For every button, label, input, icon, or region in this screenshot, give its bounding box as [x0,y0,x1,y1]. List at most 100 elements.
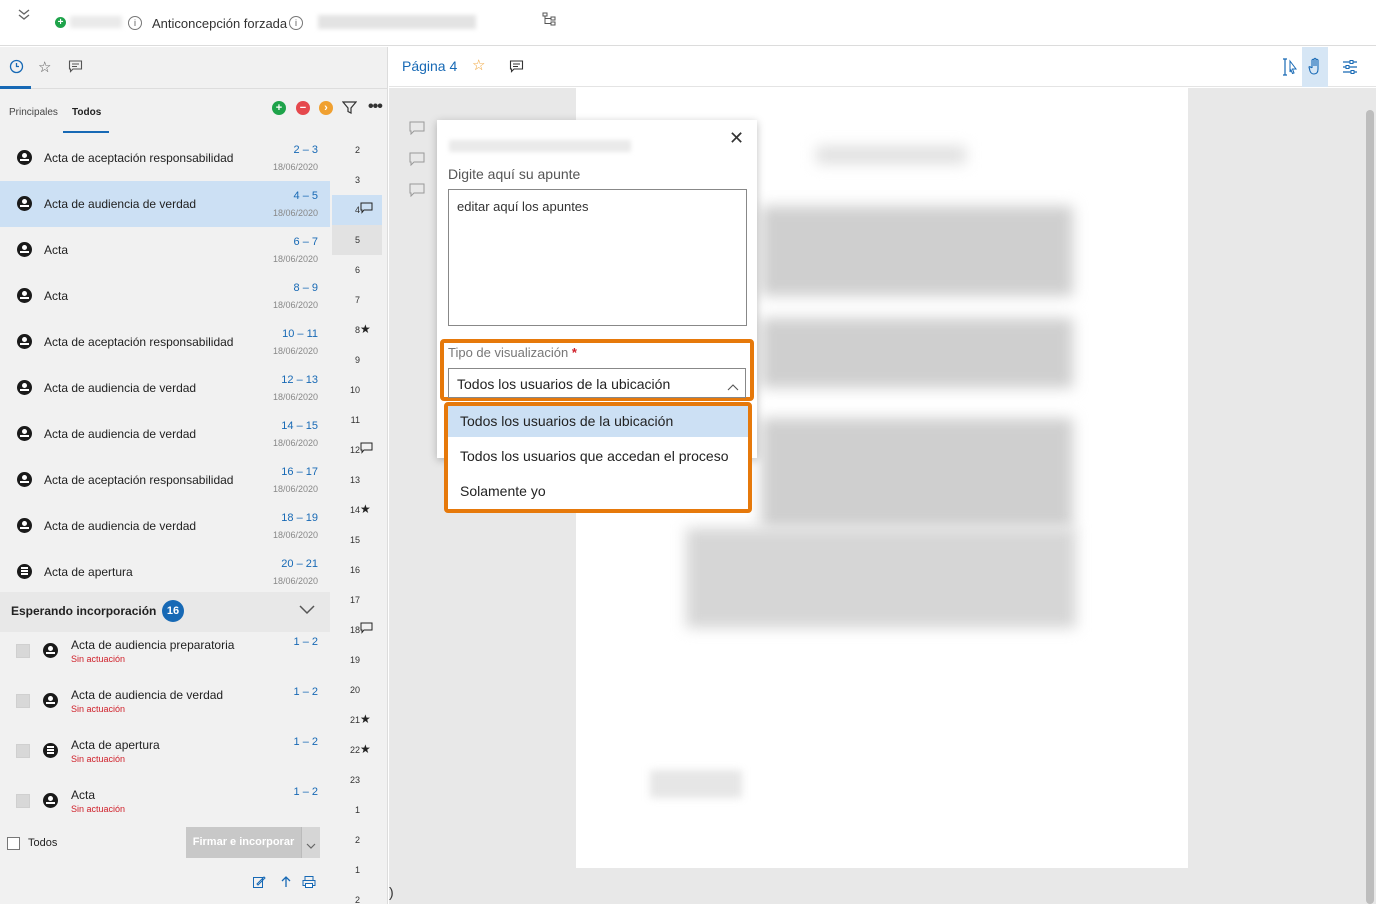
upload-icon[interactable] [279,875,293,892]
item-checkbox[interactable] [16,794,30,808]
hand-pan-icon[interactable] [1302,47,1328,87]
add-circle-icon[interactable]: + [272,101,286,115]
page-thumb-cell[interactable]: 2 [332,135,382,165]
page-thumb-cell[interactable]: 19 [332,645,382,675]
sign-options-chevron-icon[interactable] [301,827,320,858]
item-checkbox[interactable] [16,744,30,758]
add-note-icon[interactable] [509,59,524,79]
remove-circle-icon[interactable]: − [296,101,310,115]
page-thumb-cell[interactable]: 23 [332,765,382,795]
edit-icon[interactable] [252,875,266,892]
page-thumb-cell[interactable]: 15 [332,525,382,555]
page-range[interactable]: 10 – 11 [282,328,318,340]
favorites-star-icon[interactable]: ☆ [38,58,51,76]
page-thumb-cell[interactable]: 16 [332,555,382,585]
info-icon[interactable]: i [128,16,142,30]
page-thumb-cell[interactable]: 10 [332,375,382,405]
page-thumb-cell[interactable]: 2 [332,885,382,904]
notes-comment-icon[interactable] [68,59,83,78]
list-item[interactable]: Acta 6 – 7 18/06/2020 [0,227,330,273]
favorite-star-icon[interactable]: ☆ [472,56,485,74]
list-item[interactable]: Acta de audiencia de verdad 12 – 13 18/0… [0,365,330,411]
page-thumb-cell[interactable]: 1 [332,795,382,825]
dropdown-option-solamente-yo[interactable]: Solamente yo [448,476,748,507]
list-item[interactable]: Acta de aceptación responsabilidad 16 – … [0,457,330,503]
dropdown-option-ubicacion[interactable]: Todos los usuarios de la ubicación [448,406,748,437]
note-textarea[interactable]: editar aquí los apuntes [448,189,747,326]
page-range[interactable]: 1 – 2 [294,736,318,748]
page-range[interactable]: 1 – 2 [294,686,318,698]
page-range[interactable]: 8 – 9 [294,282,318,294]
page-thumb-cell[interactable]: 13 [332,465,382,495]
print-icon[interactable] [302,875,316,892]
page-thumb-cell[interactable]: 11 [332,405,382,435]
list-item[interactable]: Acta de audiencia de verdad Sin actuació… [0,682,330,732]
visibility-select[interactable]: Todos los usuarios de la ubicación [448,368,746,398]
chevron-up-icon[interactable] [727,378,739,396]
page-thumb-cell[interactable]: 9 [332,345,382,375]
page-range[interactable]: 14 – 15 [281,420,318,432]
page-thumb-cell[interactable]: 21 ★ [332,705,382,735]
page-thumb-cell[interactable]: 3 [332,165,382,195]
page-thumb-cell[interactable]: 7 [332,285,382,315]
page-range[interactable]: 20 – 21 [281,558,318,570]
text-select-icon[interactable] [1277,47,1303,87]
process-tree-icon[interactable] [541,11,557,32]
list-item[interactable]: Acta de audiencia preparatoria Sin actua… [0,632,330,682]
list-item[interactable]: Acta de apertura Sin actuación 1 – 2 [0,732,330,782]
waiting-section-header[interactable]: Esperando incorporación 16 [0,592,330,632]
list-item[interactable]: Acta de aceptación responsabilidad 10 – … [0,319,330,365]
tab-principales[interactable]: Principales [9,107,58,118]
info-icon[interactable]: i [289,16,303,30]
comment-marker-icon[interactable] [409,152,425,171]
page-range[interactable]: 18 – 19 [281,512,318,524]
page-thumb-cell[interactable]: 12 [332,435,382,465]
history-clock-icon[interactable] [9,59,24,78]
list-item[interactable]: Acta de apertura 20 – 21 18/06/2020 [0,549,330,595]
tab-todos[interactable]: Todos [72,107,101,118]
list-item[interactable]: Acta de aceptación responsabilidad 2 – 3… [0,135,330,181]
filter-icon[interactable] [341,100,358,120]
page-range[interactable]: 6 – 7 [294,236,318,248]
document-date: 18/06/2020 [272,576,318,586]
page-range[interactable]: 12 – 13 [281,374,318,386]
page-thumb-cell[interactable]: 14 ★ [332,495,382,525]
sign-incorporate-button[interactable]: Firmar e incorporar [186,827,301,858]
page-thumb-cell[interactable]: 22 ★ [332,735,382,765]
select-all-checkbox[interactable] [7,837,20,850]
comment-marker-icon[interactable] [409,183,425,202]
list-item[interactable]: Acta de audiencia de verdad 18 – 19 18/0… [0,503,330,549]
page-number: 14 [349,505,360,515]
page-thumb-cell[interactable]: 6 [332,255,382,285]
list-item[interactable]: Acta de audiencia de verdad 14 – 15 18/0… [0,411,330,457]
page-thumb-cell[interactable]: 5 [332,225,382,255]
page-range[interactable]: 2 – 3 [294,144,318,156]
collapse-chevron-icon[interactable] [17,7,31,24]
item-checkbox[interactable] [16,644,30,658]
move-circle-icon[interactable]: › [319,101,333,115]
page-thumb-cell[interactable]: 17 [332,585,382,615]
page-thumb-cell[interactable]: 1 [332,855,382,885]
viewer-scrollbar[interactable] [1366,110,1374,904]
page-thumb-cell[interactable]: 8 ★ [332,315,382,345]
page-number: 9 [354,355,360,365]
more-options-icon[interactable]: ••• [368,98,383,116]
page-range[interactable]: 1 – 2 [294,786,318,798]
comment-marker-icon[interactable] [409,121,425,140]
page-range[interactable]: 4 – 5 [294,190,318,202]
page-thumb-cell[interactable]: 20 [332,675,382,705]
page-thumb-cell[interactable]: 18 [332,615,382,645]
status-text: Sin actuación [71,654,126,664]
page-thumb-cell[interactable]: 2 [332,825,382,855]
close-icon[interactable]: ✕ [729,128,744,149]
list-item-selected[interactable]: Acta de audiencia de verdad 4 – 5 18/06/… [0,181,330,227]
list-item[interactable]: Acta 8 – 9 18/06/2020 [0,273,330,319]
page-thumb-cell[interactable]: 4 [332,195,382,225]
list-item[interactable]: Acta Sin actuación 1 – 2 [0,782,330,832]
chevron-down-icon[interactable] [298,602,316,620]
page-range[interactable]: 1 – 2 [294,636,318,648]
dropdown-option-proceso[interactable]: Todos los usuarios que accedan el proces… [448,441,748,472]
settings-sliders-icon[interactable] [1337,47,1363,87]
page-range[interactable]: 16 – 17 [281,466,318,478]
item-checkbox[interactable] [16,694,30,708]
